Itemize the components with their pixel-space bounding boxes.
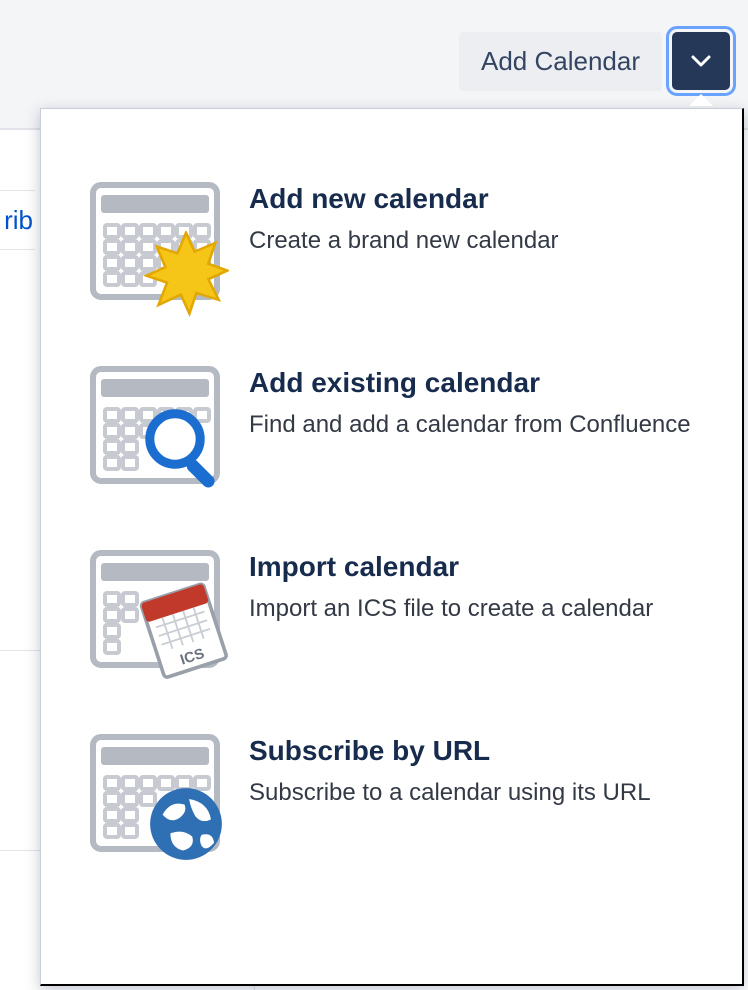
menu-item-title: Subscribe by URL [249,735,706,767]
menu-item-title: Add existing calendar [249,367,706,399]
toolbar-actions: Add Calendar [459,32,730,91]
menu-item-text: Import calendar Import an ICS file to cr… [249,547,706,626]
menu-item-title: Import calendar [249,551,706,583]
calendar-new-icon [89,179,221,303]
ics-file-icon: ICS [133,581,233,681]
menu-item-add-existing-calendar[interactable]: Add existing calendar Find and add a cal… [89,363,706,547]
add-calendar-button[interactable]: Add Calendar [459,32,662,91]
calendar-subscribe-icon [89,731,221,855]
menu-item-text: Subscribe by URL Subscribe to a calendar… [249,731,706,810]
globe-icon [147,785,225,863]
calendar-search-icon [89,363,221,487]
add-calendar-dropdown-toggle[interactable] [672,32,730,90]
menu-item-desc: Import an ICS file to create a calendar [249,593,706,625]
menu-item-desc: Create a brand new calendar [249,225,706,257]
menu-item-subscribe-by-url[interactable]: Subscribe by URL Subscribe to a calendar… [89,731,706,855]
calendar-import-icon: ICS [89,547,221,671]
menu-item-import-calendar[interactable]: ICS Import calendar Import an ICS file t… [89,547,706,731]
menu-item-text: Add existing calendar Find and add a cal… [249,363,706,442]
partial-tab[interactable]: rib [0,190,35,250]
starburst-icon [143,231,229,317]
menu-item-add-new-calendar[interactable]: Add new calendar Create a brand new cale… [89,179,706,363]
add-calendar-dropdown: Add new calendar Create a brand new cale… [40,108,744,986]
menu-item-text: Add new calendar Create a brand new cale… [249,179,706,258]
menu-item-desc: Find and add a calendar from Confluence [249,409,706,441]
magnifier-icon [139,403,229,493]
menu-item-desc: Subscribe to a calendar using its URL [249,777,706,809]
menu-item-title: Add new calendar [249,183,706,215]
dropdown-caret-icon [689,94,713,106]
chevron-down-icon [689,49,713,73]
